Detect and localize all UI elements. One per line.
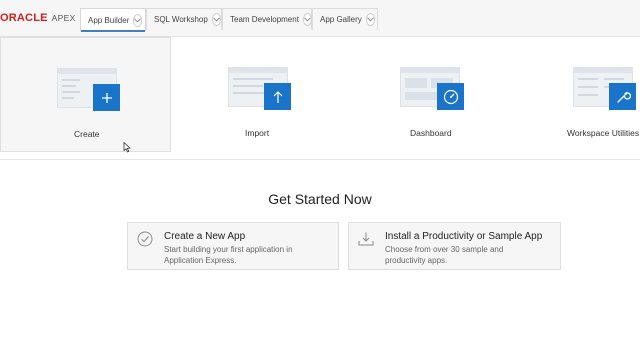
mouse-pointer-icon: [123, 142, 131, 153]
create-new-app-card[interactable]: Create a New App Start building your fir…: [127, 222, 339, 270]
tile-label: Import: [245, 128, 270, 138]
card-description: Choose from over 30 sample and productiv…: [385, 245, 504, 265]
tab-label: Team Development: [230, 15, 299, 24]
tab-app-builder[interactable]: App Builder: [80, 8, 146, 32]
get-started-heading: Get Started Now: [268, 191, 372, 207]
brand-name: ORACLE: [0, 12, 48, 24]
download-tray-icon: [358, 232, 374, 246]
upload-arrow-icon: [264, 83, 291, 110]
tab-app-gallery[interactable]: App Gallery: [312, 8, 378, 30]
top-navigation-bar: ORACLE APEX App Builder SQL Workshop Tea…: [0, 0, 640, 37]
product-name: APEX: [51, 13, 76, 23]
plus-icon: [93, 84, 120, 111]
chevron-down-icon[interactable]: [302, 13, 312, 26]
dashboard-tile[interactable]: Dashboard: [344, 37, 516, 152]
chevron-down-icon[interactable]: [211, 13, 221, 26]
tab-label: SQL Workshop: [154, 15, 208, 24]
gauge-icon: [437, 83, 464, 110]
install-sample-app-card[interactable]: Install a Productivity or Sample App Cho…: [348, 222, 561, 270]
app-builder-tiles: Create Import Dashboard Workspace Utilit…: [0, 37, 640, 160]
tile-label: Workspace Utilities: [567, 128, 640, 138]
tab-sql-workshop[interactable]: SQL Workshop: [146, 8, 222, 30]
card-title: Create a New App: [164, 231, 246, 242]
oracle-apex-logo[interactable]: ORACLE APEX: [0, 12, 76, 24]
workspace-utilities-tile[interactable]: Workspace Utilities: [516, 37, 640, 152]
chevron-down-icon[interactable]: [365, 13, 375, 26]
tab-label: App Builder: [88, 15, 130, 25]
check-circle-icon: [137, 231, 153, 247]
tab-label: App Gallery: [320, 15, 362, 24]
create-tile[interactable]: Create: [0, 37, 171, 152]
card-title: Install a Productivity or Sample App: [385, 231, 543, 242]
chevron-down-icon[interactable]: [133, 13, 143, 27]
tab-team-development[interactable]: Team Development: [222, 8, 312, 30]
tile-label: Dashboard: [410, 128, 452, 138]
import-tile[interactable]: Import: [171, 37, 344, 152]
wrench-icon: [609, 83, 636, 110]
card-description: Start building your first application in…: [164, 245, 293, 265]
tile-label: Create: [74, 129, 100, 139]
